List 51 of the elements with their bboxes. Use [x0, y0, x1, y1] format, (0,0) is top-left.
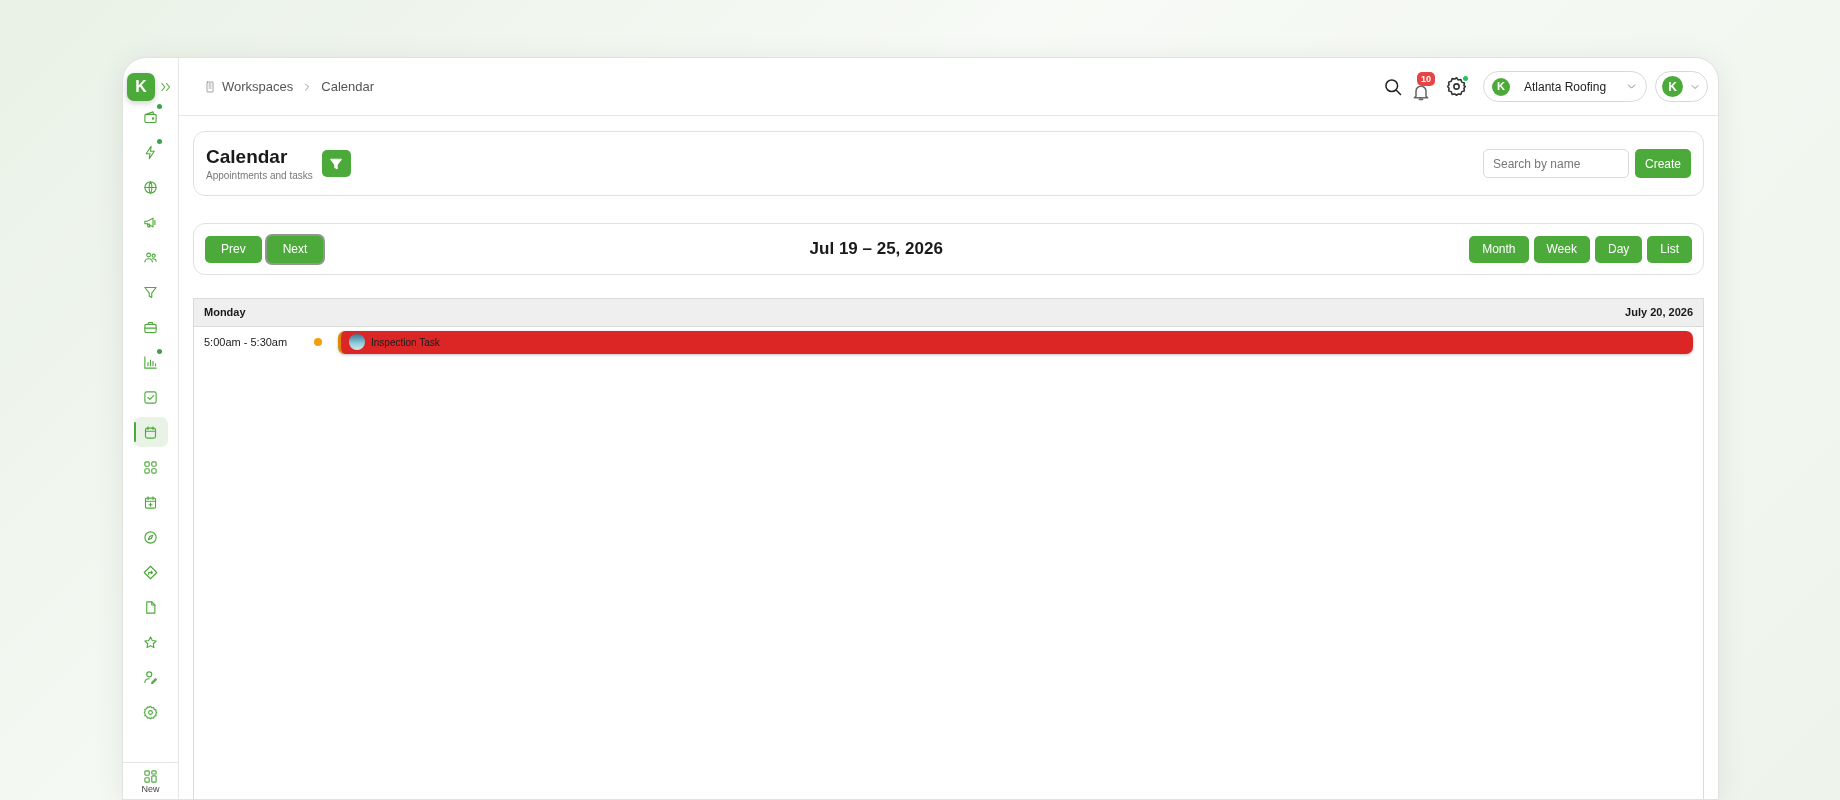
logo[interactable]: K — [127, 73, 155, 101]
notifications-button[interactable]: 10 — [1411, 71, 1439, 102]
view-tab[interactable]: Day — [1594, 235, 1643, 263]
day-name: Monday — [204, 305, 246, 321]
compass-icon — [143, 529, 158, 545]
breadcrumb-link[interactable]: Calendar — [321, 76, 375, 97]
users-icon — [143, 249, 158, 265]
globe-icon — [143, 179, 158, 195]
avatar-placeholder — [349, 334, 365, 350]
prev-button[interactable]: Prev — [205, 235, 262, 263]
date-range: Jul 19 – 25, 2026 — [808, 238, 944, 261]
calendar-plus-icon — [143, 494, 158, 510]
event-title: Inspection Task — [371, 335, 440, 350]
building-icon — [204, 79, 216, 94]
file-icon — [143, 599, 158, 615]
checkbox-icon — [143, 389, 158, 405]
day-date: July 20, 2026 — [1625, 305, 1693, 321]
settings-icon — [143, 704, 158, 720]
direction-sign-icon — [143, 564, 158, 580]
event-time: 5:00am - 5:30am — [204, 334, 289, 350]
page-subtitle: Appointments and tasks — [206, 168, 313, 183]
expand-icon — [159, 80, 173, 94]
search-icon — [1383, 76, 1403, 97]
search-field[interactable]: Search by name — [1482, 149, 1629, 178]
briefcase-icon — [143, 319, 158, 335]
apps-icon — [143, 769, 158, 784]
filter-icon — [329, 156, 344, 171]
settings-button[interactable] — [1445, 75, 1467, 98]
next-button[interactable]: Next — [266, 235, 324, 263]
breadcrumb-link[interactable]: Workspaces — [222, 76, 294, 97]
bar-chart-icon — [143, 354, 158, 370]
sidebar-item[interactable] — [133, 417, 168, 447]
page-title: Calendar — [206, 144, 289, 169]
avatar-logo: K — [1662, 76, 1683, 97]
user-edit-icon — [143, 669, 158, 685]
view-tab[interactable]: Week — [1533, 235, 1590, 263]
settings-icon — [1445, 76, 1467, 97]
create-button[interactable]: Create — [1634, 149, 1691, 178]
filter-button[interactable] — [321, 150, 351, 177]
event-bar[interactable]: Inspection Task — [338, 330, 1693, 354]
wallet-icon — [143, 109, 158, 125]
star-icon — [143, 634, 158, 650]
lightning-icon — [143, 144, 158, 160]
grid-icon — [143, 459, 158, 475]
filter-icon — [143, 284, 158, 300]
view-tab[interactable]: List — [1647, 235, 1692, 263]
calendar-icon — [143, 424, 158, 440]
new-label[interactable]: New — [141, 784, 160, 795]
notification-count: 10 — [1417, 71, 1435, 86]
view-tab[interactable]: Month — [1469, 235, 1529, 263]
account-logo: K — [1492, 77, 1510, 96]
